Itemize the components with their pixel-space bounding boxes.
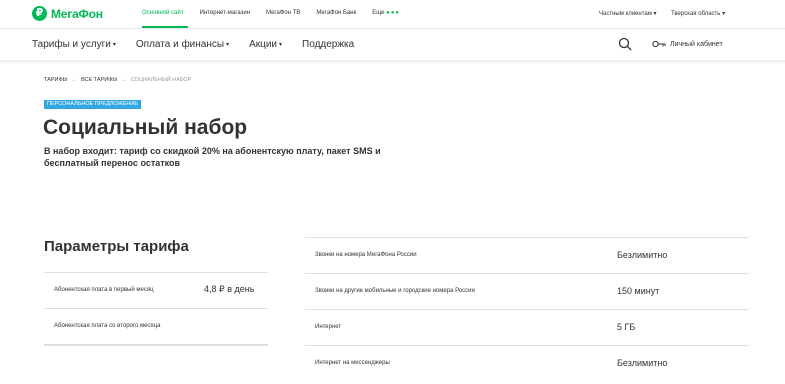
param-label: Звонки на другие мобильные и городские н…: [315, 288, 475, 294]
account-label: Личный кабинет: [670, 40, 723, 48]
divider: [44, 344, 268, 346]
client-type-dropdown[interactable]: Частным клиентам ▾: [599, 10, 657, 17]
nav-item-support[interactable]: Поддержка: [302, 39, 354, 50]
params-heading: Параметры тарифа: [44, 238, 189, 255]
nav-shadow: [0, 60, 785, 64]
breadcrumb-arrow-icon: →: [121, 77, 127, 83]
param-row: Интернет 5 ГБ: [305, 309, 749, 345]
param-label: Абонентская плата со второго месяца: [54, 323, 161, 329]
param-value: 4,8 ₽ в день: [204, 284, 255, 294]
breadcrumb-item-all-tariffs[interactable]: Все тарифы: [81, 77, 117, 83]
chevron-down-icon: ▾: [226, 42, 230, 48]
param-row: Звонки на другие мобильные и городские н…: [305, 273, 749, 309]
param-row: Интернет на мессенджеры Безлимитно: [305, 345, 749, 381]
nav-item-payments[interactable]: Оплата и финансы ▾: [136, 39, 229, 50]
divider: [0, 28, 785, 29]
nav-item-label: Акции: [249, 39, 278, 50]
key-icon: [652, 40, 666, 48]
main-nav: Тарифы и услуги ▾ Оплата и финансы ▾ Акции…: [32, 39, 374, 50]
param-value: 5 ГБ: [617, 322, 636, 332]
param-label: Звонки на номера МегаФона России: [315, 252, 417, 258]
site-link-bank[interactable]: МегаФон Банк: [316, 10, 356, 16]
more-label: Еще: [372, 10, 385, 16]
breadcrumb-item-current: Социальный набор: [130, 77, 192, 83]
nav-item-label: Поддержка: [302, 39, 355, 50]
megafon-logo[interactable]: ₽ МегаФон: [32, 6, 103, 21]
account-button[interactable]: Личный кабинет: [652, 40, 723, 48]
logo-mark-icon: ₽: [32, 6, 47, 21]
breadcrumb-item-tariffs[interactable]: Тарифы: [44, 77, 68, 83]
param-value: Безлимитно: [617, 250, 668, 260]
site-link-main[interactable]: Основной сайт: [142, 10, 184, 16]
nav-item-label: Оплата и финансы: [135, 39, 225, 50]
site-link-shop[interactable]: Интернет-магазин: [200, 10, 250, 16]
param-row: Абонентская плата в первый месяц 4,8 ₽ в…: [44, 272, 268, 308]
more-dots-icon: ●●●: [386, 10, 401, 16]
param-label: Абонентская плата в первый месяц: [54, 287, 154, 293]
param-label: Интернет: [315, 324, 342, 330]
nav-item-label: Тарифы и услуги: [32, 39, 111, 50]
page-title: Социальный набор: [43, 116, 248, 139]
nav-item-tariffs[interactable]: Тарифы и услуги ▾: [32, 39, 116, 50]
chevron-down-icon: ▾: [112, 42, 116, 48]
param-value: 150 минут: [617, 286, 660, 296]
nav-item-promos[interactable]: Акции ▾: [249, 39, 282, 50]
param-value: Безлимитно: [617, 358, 668, 368]
page-subtitle: В набор входит: тариф со скидкой 20% на …: [44, 146, 381, 168]
breadcrumb: Тарифы → Все тарифы → Социальный набор: [44, 77, 191, 83]
site-link-tv[interactable]: МегаФон ТВ: [266, 10, 300, 16]
logo-text: МегаФон: [51, 6, 103, 21]
top-utility-bar: ₽ МегаФон Основной сайт Интернет-магазин…: [0, 0, 785, 28]
param-row: Абонентская плата со второго месяца: [44, 308, 268, 344]
chevron-down-icon: ▾: [279, 42, 283, 48]
site-link-more[interactable]: Еще ●●●: [372, 10, 400, 16]
breadcrumb-arrow-icon: →: [71, 77, 78, 83]
search-icon[interactable]: [618, 37, 632, 51]
param-row: Звонки на номера МегаФона России Безлими…: [305, 237, 749, 273]
site-switcher: Основной сайт Интернет-магазин МегаФон Т…: [142, 10, 416, 16]
personal-offer-badge: Персональное предложение: [44, 100, 141, 109]
region-dropdown[interactable]: Тверская область ▾: [671, 10, 725, 17]
param-label: Интернет на мессенджеры: [315, 360, 390, 366]
